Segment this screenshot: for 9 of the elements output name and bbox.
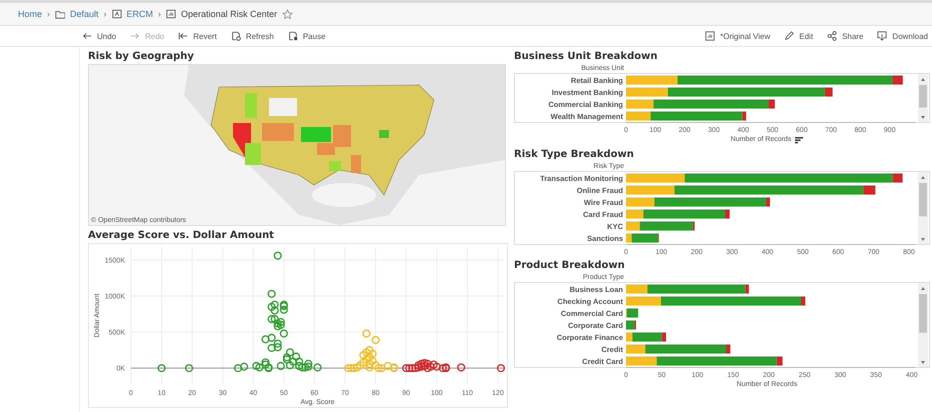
panel-title: Business Unit Breakdown	[514, 50, 658, 64]
breadcrumb-separator: ›	[47, 9, 50, 19]
panel-title: Risk by Geography	[88, 50, 195, 64]
breadcrumb-current: Operational Risk Center	[181, 9, 278, 19]
breadcrumb-separator: ›	[158, 9, 162, 19]
panel-title: Average Score vs. Dollar Amount	[88, 229, 275, 243]
breadcrumb-separator: ›	[104, 9, 107, 19]
panel-title: Product Breakdown	[514, 259, 626, 273]
panel-title: Risk Type Breakdown	[514, 148, 635, 162]
